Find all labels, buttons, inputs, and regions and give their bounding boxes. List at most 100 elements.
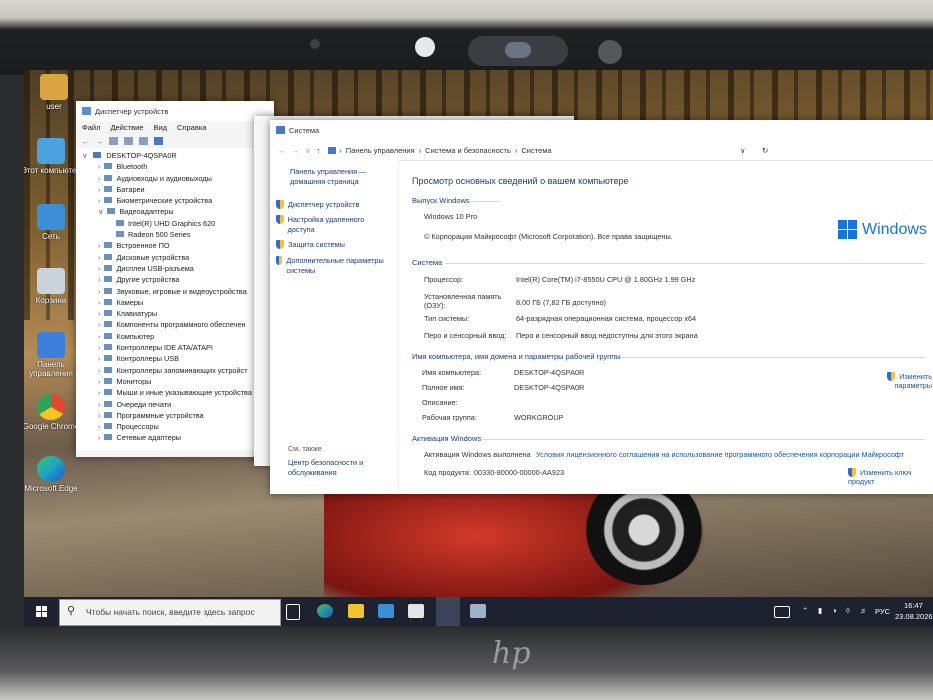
- tree-category-item[interactable]: › Камеры: [76, 297, 274, 308]
- chevron-right-icon[interactable]: ›: [98, 400, 100, 409]
- mail-icon[interactable]: [408, 604, 424, 618]
- left-link-remote-access[interactable]: Настройка удаленного доступа: [276, 215, 388, 235]
- chevron-right-icon[interactable]: ›: [98, 332, 100, 341]
- control-panel-home-link[interactable]: Панель управления — домашняя страница: [290, 167, 382, 187]
- tree-category-item[interactable]: › Мониторы: [76, 376, 274, 387]
- chevron-right-icon[interactable]: ›: [98, 377, 100, 386]
- system-taskbar-icon[interactable]: [436, 597, 460, 626]
- breadcrumb-system-security[interactable]: Система и безопасность: [425, 146, 511, 155]
- edge-taskbar-icon[interactable]: [317, 604, 333, 618]
- change-key-link[interactable]: Изменить ключ продукт: [848, 468, 933, 486]
- desktop-icon-edge[interactable]: Microsoft Edge: [24, 456, 81, 493]
- tree-category-item[interactable]: › Контроллеры USB: [76, 353, 274, 364]
- volume-icon[interactable]: ♬: [860, 606, 868, 615]
- tree-category-item[interactable]: ∨ Видеоадаптеры: [76, 206, 274, 217]
- chevron-right-icon[interactable]: ›: [98, 287, 100, 296]
- menu-action[interactable]: Действие: [110, 123, 143, 132]
- system-titlebar[interactable]: Система: [270, 120, 933, 140]
- tray-chevron-icon[interactable]: ⌃: [802, 606, 808, 615]
- store-icon[interactable]: [378, 604, 394, 618]
- properties-icon[interactable]: [109, 137, 118, 145]
- chevron-right-icon[interactable]: ›: [98, 264, 100, 273]
- file-explorer-icon[interactable]: [348, 604, 364, 618]
- tree-category-item[interactable]: › Биометрические устройства: [76, 195, 274, 206]
- device-manager-window[interactable]: Диспетчер устройств Файл Действие Вид Сп…: [76, 101, 274, 457]
- chevron-right-icon[interactable]: ›: [98, 354, 100, 363]
- tree-category-item[interactable]: › Программные устройства: [76, 410, 274, 421]
- help-icon[interactable]: [124, 137, 133, 145]
- chevron-right-icon[interactable]: ›: [98, 185, 100, 194]
- up-arrow-icon[interactable]: ↑: [317, 146, 321, 155]
- chevron-right-icon[interactable]: ›: [98, 422, 100, 431]
- tree-category-item[interactable]: › Компоненты программного обеспечен: [76, 319, 274, 330]
- tree-child-item[interactable]: Intel(R) UHD Graphics 620: [76, 218, 274, 229]
- left-link-system-protection[interactable]: Защита системы: [276, 240, 388, 250]
- license-terms-link[interactable]: Условия лицензионного соглашения на испо…: [536, 450, 904, 459]
- left-link-device-manager[interactable]: Диспетчер устройств: [276, 200, 388, 210]
- tree-child-item[interactable]: Radeon 500 Series: [76, 229, 274, 240]
- scan-icon[interactable]: [139, 137, 148, 145]
- chevron-right-icon[interactable]: ›: [98, 162, 100, 171]
- monitor-icon[interactable]: [154, 137, 163, 145]
- desktop-icon-user[interactable]: user: [24, 74, 84, 111]
- chevron-right-icon[interactable]: ›: [98, 298, 100, 307]
- tree-category-item[interactable]: › Сетевые адаптеры: [76, 432, 274, 443]
- tree-category-item[interactable]: › Дисковые устройства: [76, 252, 274, 263]
- tree-category-item[interactable]: › Контроллеры IDE ATA/ATAPI: [76, 342, 274, 353]
- menu-file[interactable]: Файл: [82, 123, 100, 132]
- refresh-icon[interactable]: ↻: [762, 146, 768, 155]
- chevron-right-icon[interactable]: ›: [98, 275, 100, 284]
- desktop-icon-recycle-bin[interactable]: Корзина: [24, 268, 81, 305]
- chevron-right-icon[interactable]: ›: [98, 320, 100, 329]
- wifi-icon[interactable]: ◊: [846, 606, 850, 615]
- network-tray-icon[interactable]: ◑: [832, 606, 837, 615]
- tree-category-item[interactable]: › Аудиовходы и аудиовыходы: [76, 173, 274, 184]
- desktop-icon-network[interactable]: Сеть: [24, 204, 81, 241]
- tree-category-item[interactable]: › Дисплеи USB-разъема: [76, 263, 274, 274]
- task-view-icon[interactable]: [286, 604, 300, 620]
- tree-category-item[interactable]: › Процессоры: [76, 421, 274, 432]
- device-manager-taskbar-icon[interactable]: [470, 604, 486, 618]
- battery-icon[interactable]: ▮: [818, 606, 822, 615]
- chevron-down-icon[interactable]: ∨: [98, 207, 103, 216]
- start-button[interactable]: [36, 606, 47, 617]
- breadcrumb-control-panel[interactable]: Панель управления: [346, 146, 415, 155]
- chevron-right-icon[interactable]: ›: [98, 174, 100, 183]
- clock-date[interactable]: 23.08.2026: [895, 612, 933, 621]
- desktop-icon-this-pc[interactable]: Этот компьютер: [24, 138, 81, 175]
- chevron-right-icon[interactable]: ›: [98, 343, 100, 352]
- menu-help[interactable]: Справка: [177, 123, 206, 132]
- device-manager-titlebar[interactable]: Диспетчер устройств: [76, 101, 274, 121]
- chevron-right-icon[interactable]: ›: [98, 196, 100, 205]
- desktop-icon-control-panel[interactable]: Панель управления: [24, 332, 81, 378]
- chevron-right-icon[interactable]: ›: [98, 253, 100, 262]
- chevron-right-icon[interactable]: ›: [98, 388, 100, 397]
- tree-category-item[interactable]: › Клавиатуры: [76, 308, 274, 319]
- left-link-advanced-settings[interactable]: Дополнительные параметры системы: [276, 256, 388, 276]
- tree-category-item[interactable]: › Звуковые, игровые и видеоустройства: [76, 286, 274, 297]
- forward-arrow-icon[interactable]: →: [96, 137, 104, 146]
- language-indicator[interactable]: РУС: [875, 607, 890, 616]
- chevron-right-icon[interactable]: ›: [98, 366, 100, 375]
- desktop-icon-chrome[interactable]: Google Chrome: [24, 394, 81, 431]
- tree-root[interactable]: ∨ DESKTOP-4QSPA0R: [76, 150, 274, 161]
- forward-arrow-icon[interactable]: →: [292, 146, 300, 155]
- chevron-right-icon[interactable]: ›: [98, 309, 100, 318]
- back-arrow-icon[interactable]: ←: [82, 137, 90, 146]
- back-arrow-icon[interactable]: ←: [278, 146, 286, 155]
- tree-category-item[interactable]: › Очереди печати: [76, 399, 274, 410]
- chevron-right-icon[interactable]: ›: [98, 411, 100, 420]
- clock-time[interactable]: 16:47: [904, 601, 923, 610]
- tree-category-item[interactable]: › Батареи: [76, 184, 274, 195]
- change-params-link[interactable]: Изменить параметры: [880, 372, 932, 390]
- tree-category-item[interactable]: › Встроенное ПО: [76, 240, 274, 251]
- tree-category-item[interactable]: › Компьютер: [76, 331, 274, 342]
- chevron-right-icon[interactable]: ›: [98, 241, 100, 250]
- chevron-right-icon[interactable]: ›: [98, 433, 100, 442]
- breadcrumb-system[interactable]: Система: [521, 146, 551, 155]
- security-maintenance-link[interactable]: Центр безопасности и обслуживания: [288, 458, 376, 478]
- action-center-icon[interactable]: [774, 606, 790, 618]
- tree-category-item[interactable]: › Bluetooth: [76, 161, 274, 172]
- taskbar-search-box[interactable]: ⚲ Чтобы начать поиск, введите здесь запр…: [59, 599, 281, 626]
- recent-chevron-icon[interactable]: ∨: [305, 146, 311, 155]
